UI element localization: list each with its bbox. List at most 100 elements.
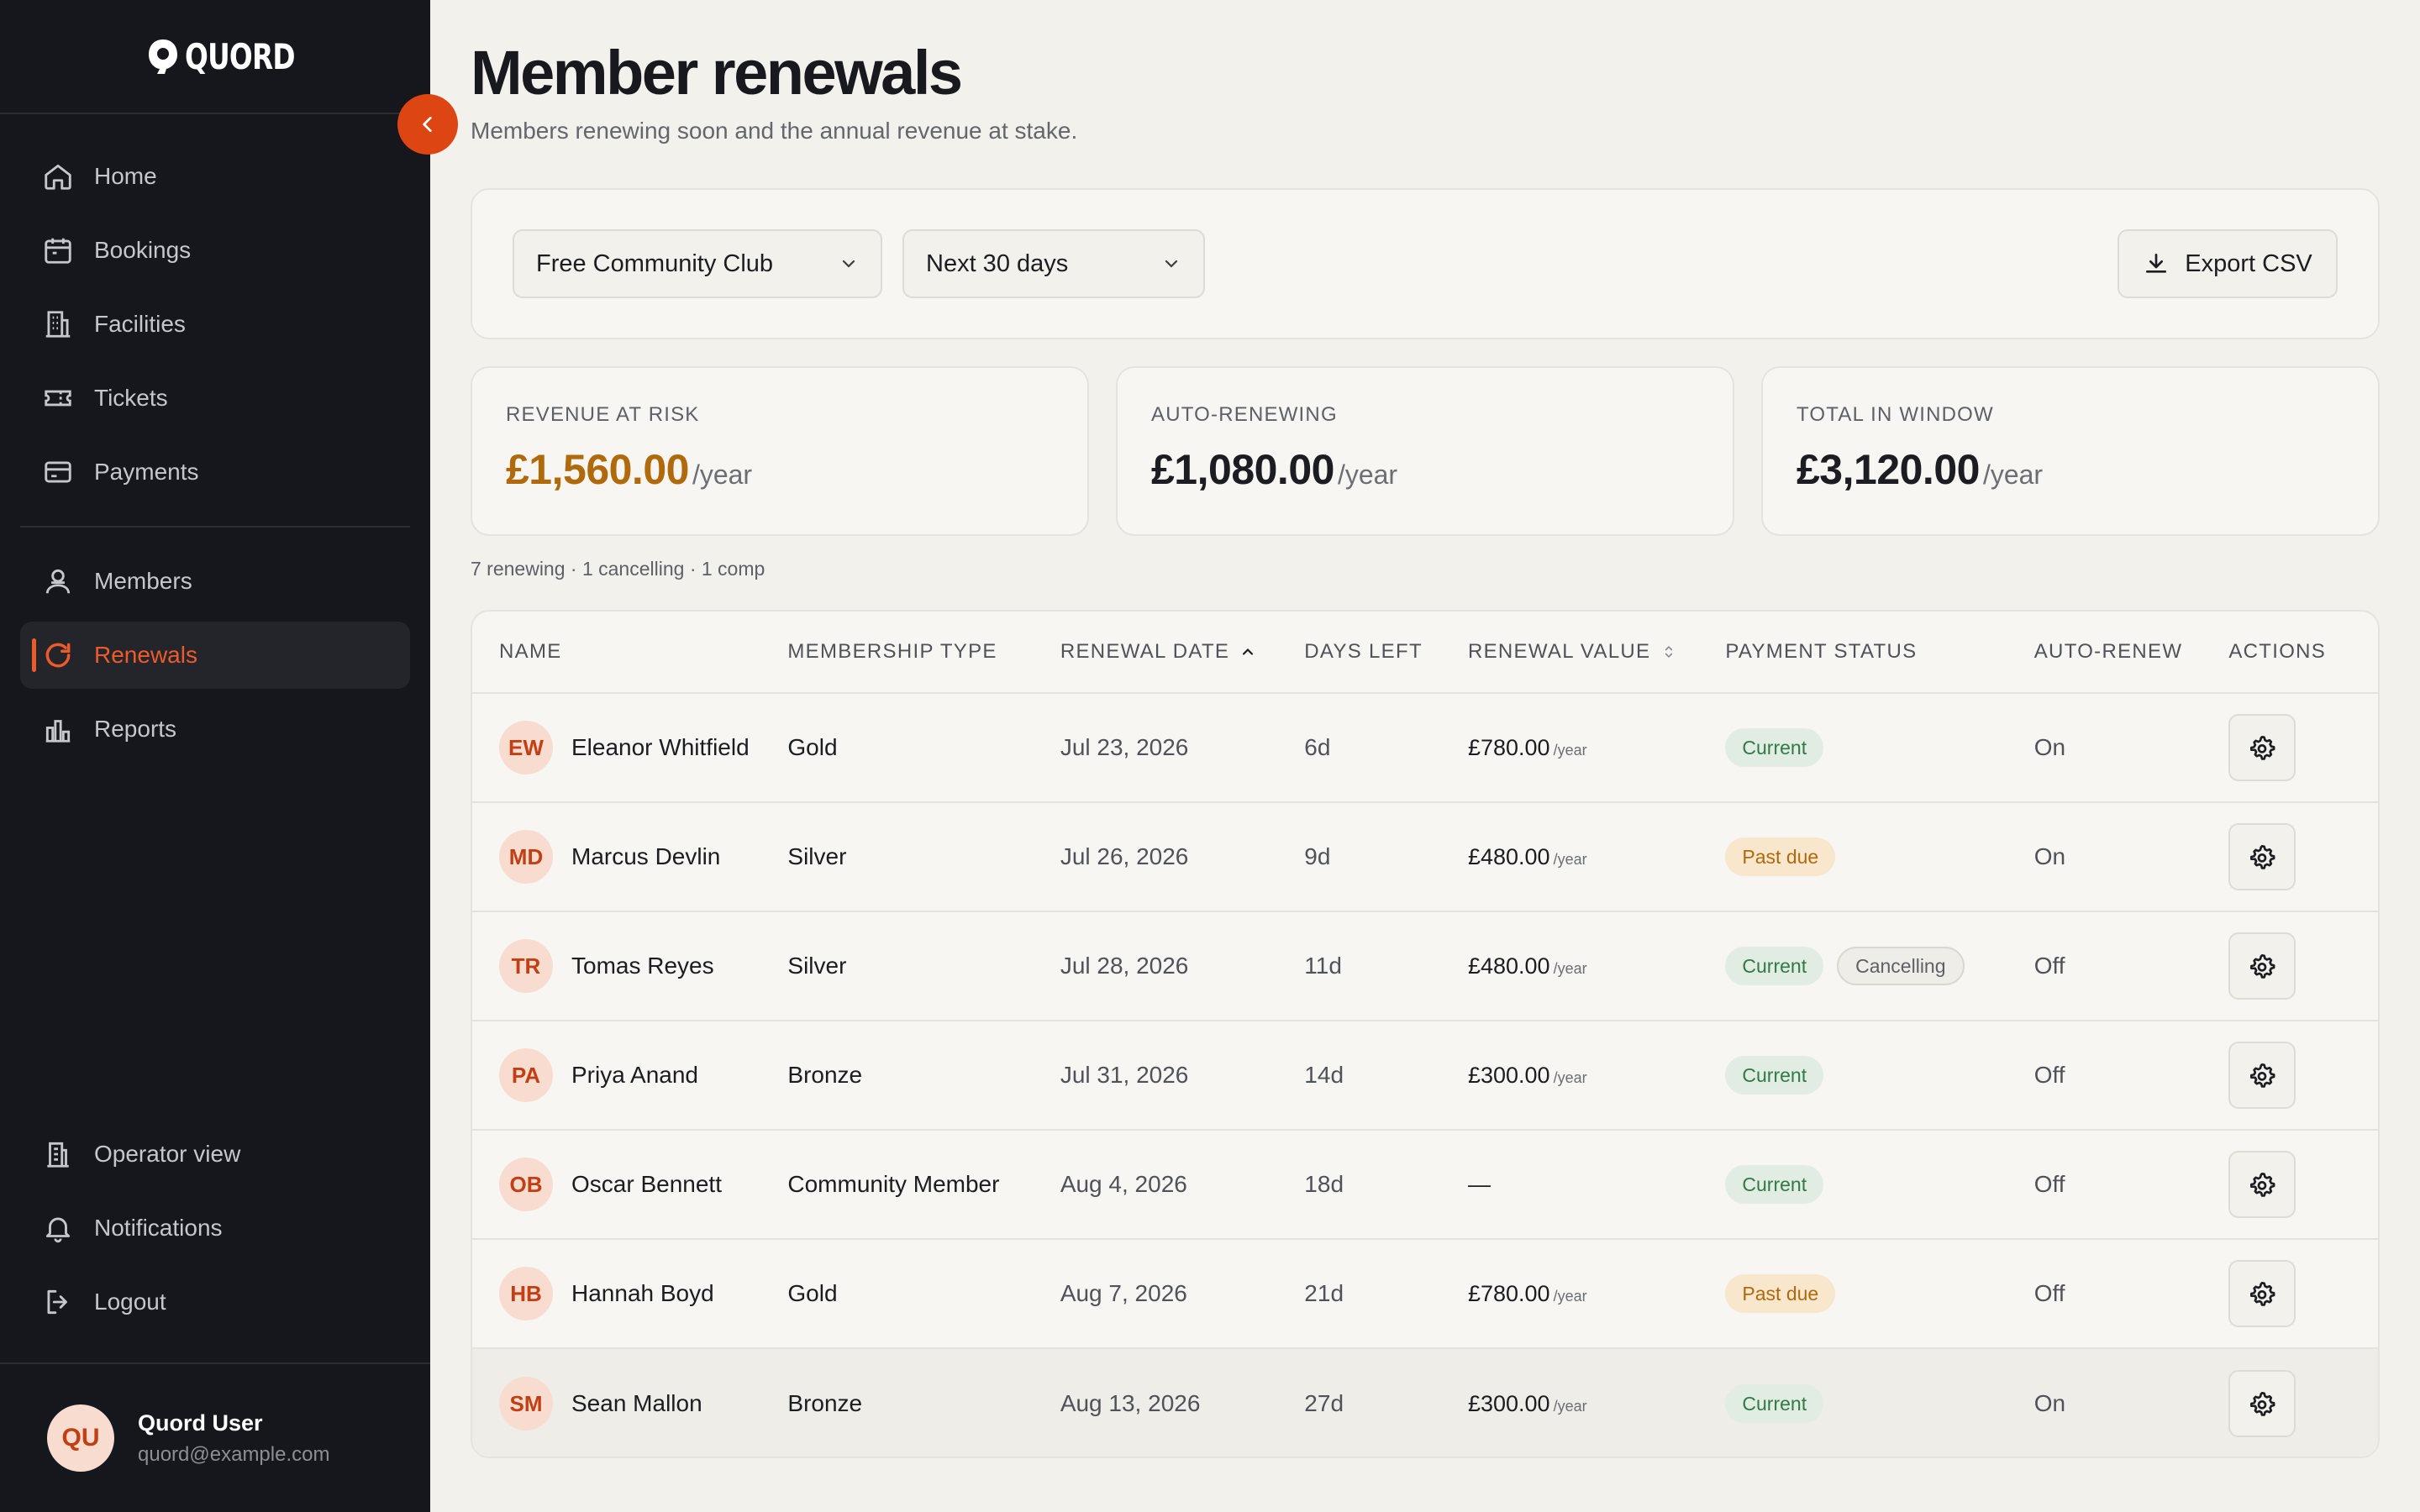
payment-status: Current [1725,1056,2033,1095]
column-label: NAME [499,640,562,663]
renewal-period: /year [1553,742,1587,759]
member-cell: OB Oscar Bennett [472,1158,787,1211]
payment-status: Current [1725,1165,2033,1204]
renewal-date: Aug 4, 2026 [1060,1171,1187,1197]
actions-cell [2228,823,2378,890]
sidebar-item-renewals[interactable]: Renewals [20,622,410,689]
table-row[interactable]: SM Sean Mallon Bronze Aug 13, 2026 27d £300.0… [472,1349,2378,1457]
renewal-value-cell: £480.00/year [1468,843,1725,870]
table-row[interactable]: MD Marcus Devlin Silver Jul 26, 2026 9d £480.… [472,803,2378,912]
gear-icon [2250,954,2275,979]
table-row[interactable]: HB Hannah Boyd Gold Aug 7, 2026 21d £780.00/y… [472,1240,2378,1349]
actions-cell [2228,714,2378,781]
home-icon [45,164,71,190]
brand-name: QUORD [185,35,296,77]
date-window-select[interactable]: Next 30 days [902,229,1205,298]
avatar: SM [499,1377,553,1431]
column-header-auto-renew[interactable]: AUTO-RENEW [2034,640,2229,664]
stat-suffix: /year [1982,459,2044,490]
filter-bar: Free Community Club Next 30 days Export … [471,188,2380,339]
row-settings-button[interactable] [2228,1370,2296,1437]
user-profile[interactable]: QU Quord User quord@example.com [0,1362,430,1512]
payment-status: Past due [1725,1274,2033,1313]
user-name: Quord User [138,1410,263,1436]
column-label: RENEWAL VALUE [1467,640,1651,663]
avatar: HB [499,1267,553,1320]
chevron-left-icon [423,117,432,132]
row-settings-button[interactable] [2228,1151,2296,1218]
row-settings-button[interactable] [2228,932,2296,1000]
collapse-sidebar-button[interactable] [397,94,458,155]
sidebar-item-operator-view[interactable]: Operator view [20,1121,410,1188]
export-csv-button[interactable]: Export CSV [2118,229,2338,298]
days-left: 14d [1304,1062,1344,1088]
column-header-renewal-date[interactable]: RENEWAL DATE [1060,640,1304,664]
avatar: EW [499,721,553,774]
stat-card-auto-renewing: AUTO-RENEWING £1,080.00/year [1116,366,1734,536]
renewal-value: £780.00 [1467,735,1550,760]
status-badge: Current [1725,1056,1824,1095]
sidebar-item-payments[interactable]: Payments [20,438,410,506]
renewal-date: Aug 7, 2026 [1060,1280,1187,1306]
membership-type: Silver [787,843,847,869]
sidebar-item-label: Members [94,568,192,594]
column-label: DAYS LEFT [1304,640,1423,663]
renewals-table: NAME MEMBERSHIP TYPE RENEWAL DATE DAYS L… [471,610,2380,1458]
stat-value: £1,560.00 [506,446,689,493]
sidebar-item-home[interactable]: Home [20,143,410,210]
gear-icon [2250,1063,2275,1088]
column-header-days-left[interactable]: DAYS LEFT [1304,640,1468,664]
column-header-membership-type[interactable]: MEMBERSHIP TYPE [787,640,1060,664]
row-settings-button[interactable] [2228,823,2296,890]
sidebar-item-logout[interactable]: Logout [20,1268,410,1336]
table-row[interactable]: TR Tomas Reyes Silver Jul 28, 2026 11d £480.0… [472,912,2378,1021]
renewal-period: /year [1553,851,1587,868]
auto-renew: On [2033,843,2066,869]
table-row[interactable]: PA Priya Anand Bronze Jul 31, 2026 14d £300.0… [472,1021,2378,1131]
brand[interactable]: QUORD [0,0,430,114]
quord-logo-icon [149,39,177,74]
member-name: Marcus Devlin [571,843,721,869]
sidebar-item-notifications[interactable]: Notifications [20,1194,410,1262]
users-icon [45,569,71,594]
gear-icon [2250,736,2275,760]
sidebar-item-label: Reports [94,716,177,742]
club-select-value: Free Community Club [536,249,774,277]
stat-card-total-in-window: TOTAL IN WINDOW £3,120.00/year [1761,366,2380,536]
row-settings-button[interactable] [2228,714,2296,781]
row-settings-button[interactable] [2228,1042,2296,1109]
club-select[interactable]: Free Community Club [513,229,882,298]
gear-icon [2250,845,2275,869]
status-badge: Current [1725,1165,1824,1204]
renewal-value: £300.00 [1467,1063,1550,1088]
renewal-date: Aug 13, 2026 [1060,1390,1201,1416]
sidebar-item-label: Facilities [94,311,186,337]
renewal-value: £480.00 [1467,953,1550,979]
payment-status: Current [1725,1384,2033,1423]
status-badge: Past due [1725,1274,1836,1313]
table-row[interactable]: EW Eleanor Whitfield Gold Jul 23, 2026 6d £78… [472,694,2378,803]
column-header-name[interactable]: NAME [472,640,787,664]
sidebar-item-facilities[interactable]: Facilities [20,291,410,358]
member-name: Priya Anand [571,1062,698,1088]
column-label: ACTIONS [2228,640,2327,663]
sidebar-item-reports[interactable]: Reports [20,696,410,763]
stat-card-revenue-at-risk: REVENUE AT RISK £1,560.00/year [471,366,1089,536]
days-left: 11d [1304,953,1342,979]
stat-value: £3,120.00 [1797,446,1980,493]
renewal-date: Jul 23, 2026 [1060,734,1189,760]
nav-divider [20,526,410,528]
auto-renew: On [2033,1390,2066,1416]
sidebar-item-members[interactable]: Members [20,548,410,615]
column-header-payment-status[interactable]: PAYMENT STATUS [1725,640,2033,664]
secondary-nav: Members Renewals Reports [20,548,410,769]
renewal-date: Jul 26, 2026 [1060,843,1189,869]
sidebar-item-tickets[interactable]: Tickets [20,365,410,432]
sidebar-item-label: Payments [94,459,199,485]
sidebar-item-bookings[interactable]: Bookings [20,217,410,284]
status-badge: Current [1725,1384,1824,1423]
download-icon [2146,254,2167,273]
table-row[interactable]: OB Oscar Bennett Community Member Aug 4, 20… [472,1131,2378,1240]
row-settings-button[interactable] [2228,1260,2296,1327]
column-header-renewal-value[interactable]: RENEWAL VALUE [1468,640,1725,664]
